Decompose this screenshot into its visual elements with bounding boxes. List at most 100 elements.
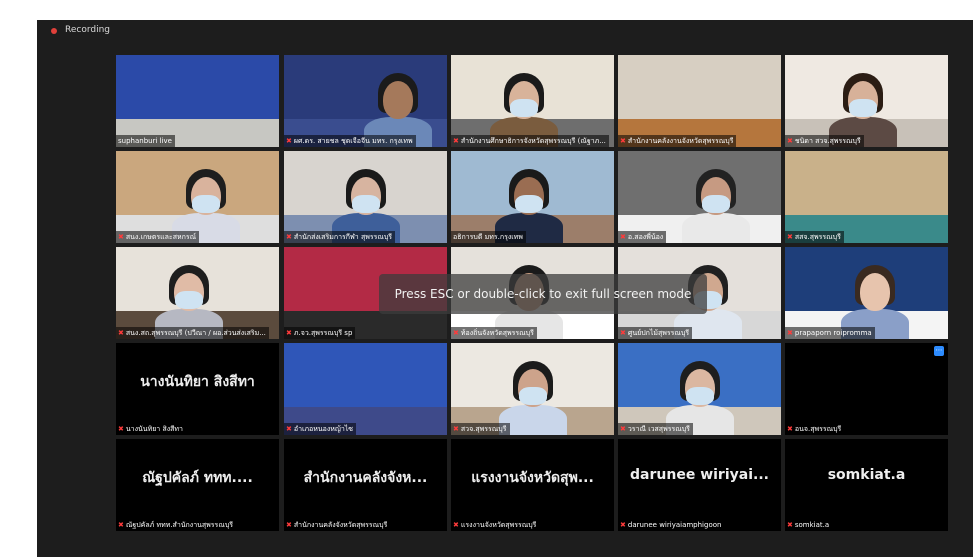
- participant-name-bar: ✖ สนง.สถ.สุพรรณบุรี (ปวีณา / ผอ.ส่วนส่งเส…: [116, 327, 269, 339]
- participant-name-bar: ✖ วราณี เวสสุพรรณบุรี: [618, 423, 693, 435]
- participant-name-bar: ✖ อำเภอหนองหญ้าไซ: [284, 423, 357, 435]
- participant-name-bar: ✖ สำนักงานคลังจังหวัดสุพรรณบุรี: [284, 519, 391, 531]
- mic-off-icon: ✖: [118, 521, 124, 529]
- participant-tile[interactable]: อธิการบดี มทร.กรุงเทพ: [451, 151, 614, 243]
- participant-tile[interactable]: ณัฐปคัลภ์ ททท.... ✖ ณัฐปคัลภ์ ททท.สำนักงาน…: [116, 439, 279, 531]
- mic-off-icon: ✖: [453, 521, 459, 529]
- participant-tile[interactable]: darunee wiriyai... ✖ darunee wiriyaiamphig…: [618, 439, 781, 531]
- participant-name-bar: ✖ ภ.จว.สุพรรณบุรี sp: [284, 327, 356, 339]
- mic-off-icon: ✖: [787, 521, 793, 529]
- face-mask: [849, 99, 877, 117]
- participant-name: สำนักงานคลังงานจังหวัดสุพรรณบุรี: [627, 137, 734, 145]
- face-mask: [519, 387, 547, 405]
- participant-name-bar: ✖ นางนันทิยา สิงสีทา: [116, 423, 186, 435]
- participant-video: [116, 247, 279, 339]
- participant-name-bar: ✖ แรงงานจังหวัดสุพรรณบุรี: [451, 519, 540, 531]
- participant-name-bar: อธิการบดี มทร.กรุงเทพ: [451, 231, 526, 243]
- participant-name-bar: ✖ สำนักงานศึกษาธิการจังหวัดสุพรรณบุรี (ณั…: [451, 135, 609, 147]
- participant-tile[interactable]: ✖ สสจ.สุพรรณบุรี: [785, 151, 948, 243]
- participant-display-name: สำนักงานคลังจังห...: [303, 470, 428, 486]
- participant-video: [451, 343, 614, 435]
- participant-name-bar: ✖ somkiat.a: [785, 519, 833, 531]
- participant-tile[interactable]: ✖ ผศ.ดร. สายชล ชุดเจือจีน มทร. กรุงเทพ: [284, 55, 447, 147]
- mic-off-icon: ✖: [620, 425, 626, 433]
- participant-name: darunee wiriyaiamphigoon: [627, 521, 722, 529]
- participant-tile[interactable]: ✖ สนง.สถ.สุพรรณบุรี (ปวีณา / ผอ.ส่วนส่งเส…: [116, 247, 279, 339]
- participant-video: [785, 55, 948, 147]
- participant-name: ชนิดา สวจ.สุพรรณบุรี: [794, 137, 861, 145]
- participant-tile[interactable]: suphanburi live: [116, 55, 279, 147]
- participant-video: [618, 55, 781, 147]
- participant-name-bar: ✖ ผศ.ดร. สายชล ชุดเจือจีน มทร. กรุงเทพ: [284, 135, 416, 147]
- participant-video: [618, 343, 781, 435]
- mic-off-icon: ✖: [118, 329, 124, 337]
- participant-video: [284, 343, 447, 435]
- zoom-window: Recording suphanburi live ✖ ผศ.ดร. สายชล ช…: [37, 20, 973, 557]
- participant-tile[interactable]: ✖ อ.สองพี่น้อง: [618, 151, 781, 243]
- face-mask: [175, 291, 203, 309]
- mic-off-icon: ✖: [787, 233, 793, 241]
- person-face: [383, 81, 413, 119]
- participant-name: แรงงานจังหวัดสุพรรณบุรี: [460, 521, 537, 529]
- mic-off-icon: ✖: [453, 329, 459, 337]
- participant-video: [785, 247, 948, 339]
- participant-name: อนจ.สุพรรณบุรี: [794, 425, 842, 433]
- mic-off-icon: ✖: [620, 329, 626, 337]
- participant-name-bar: ✖ darunee wiriyaiamphigoon: [618, 519, 725, 531]
- participant-name: ท้องถิ่นจังหวัดสุพรรณบุรี: [460, 329, 534, 337]
- mic-off-icon: ✖: [453, 137, 459, 145]
- mic-off-icon: ✖: [286, 137, 292, 145]
- participant-tile[interactable]: ✖ สำนักงานศึกษาธิการจังหวัดสุพรรณบุรี (ณั…: [451, 55, 614, 147]
- participant-tile[interactable]: ⋯ ✖ อนจ.สุพรรณบุรี: [785, 343, 948, 435]
- participant-tile[interactable]: ✖ ชนิดา สวจ.สุพรรณบุรี: [785, 55, 948, 147]
- mic-off-icon: ✖: [118, 425, 124, 433]
- participant-name-bar: suphanburi live: [116, 135, 175, 147]
- participant-name-bar: ✖ อ.สองพี่น้อง: [618, 231, 667, 243]
- mic-off-icon: ✖: [286, 329, 292, 337]
- participant-video: [785, 151, 948, 243]
- participant-name: นางนันทิยา สิงสีทา: [125, 425, 183, 433]
- participant-display-name: แรงงานจังหวัดสุพ...: [471, 470, 594, 486]
- participant-name: อำเภอหนองหญ้าไซ: [293, 425, 354, 433]
- participant-video: [785, 343, 948, 435]
- participant-video: [284, 151, 447, 243]
- participant-tile[interactable]: ✖ สนง.เกษตรและสหกรณ์: [116, 151, 279, 243]
- participant-tile[interactable]: ✖ สำนักส่งเสริมการกีฬา สุพรรณบุรี: [284, 151, 447, 243]
- participant-display-name: นางนันทิยา สิงสีทา: [140, 374, 255, 390]
- participant-name-bar: ✖ ท้องถิ่นจังหวัดสุพรรณบุรี: [451, 327, 537, 339]
- participant-video: [284, 55, 447, 147]
- participant-name-bar: ✖ สสจ.สุพรรณบุรี: [785, 231, 844, 243]
- participant-video: [116, 55, 279, 147]
- participant-tile[interactable]: ✖ prapaporn roipromma: [785, 247, 948, 339]
- face-mask: [515, 195, 543, 213]
- mic-off-icon: ✖: [620, 137, 626, 145]
- person-body: [682, 213, 750, 243]
- participant-tile[interactable]: somkiat.a ✖ somkiat.a: [785, 439, 948, 531]
- participant-name: somkiat.a: [794, 521, 830, 529]
- participant-tile[interactable]: ✖ สวจ.สุพรรณบุรี: [451, 343, 614, 435]
- face-mask: [192, 195, 220, 213]
- participant-tile[interactable]: นางนันทิยา สิงสีทา ✖ นางนันทิยา สิงสีทา: [116, 343, 279, 435]
- participant-tile[interactable]: แรงงานจังหวัดสุพ... ✖ แรงงานจังหวัดสุพรรณบ…: [451, 439, 614, 531]
- mic-off-icon: ✖: [787, 137, 793, 145]
- mic-off-icon: ✖: [787, 329, 793, 337]
- participant-video: [451, 151, 614, 243]
- participant-tile[interactable]: สำนักงานคลังจังห... ✖ สำนักงานคลังจังหวัดส…: [284, 439, 447, 531]
- participant-tile[interactable]: ✖ อำเภอหนองหญ้าไซ: [284, 343, 447, 435]
- participant-video: [116, 151, 279, 243]
- mic-off-icon: ✖: [620, 233, 626, 241]
- participant-tile[interactable]: ✖ วราณี เวสสุพรรณบุรี: [618, 343, 781, 435]
- participant-name: อธิการบดี มทร.กรุงเทพ: [453, 233, 523, 241]
- participant-name: สนง.เกษตรและสหกรณ์: [125, 233, 197, 241]
- participant-name-bar: ✖ สำนักงานคลังงานจังหวัดสุพรรณบุรี: [618, 135, 737, 147]
- participant-name-bar: ✖ สำนักส่งเสริมการกีฬา สุพรรณบุรี: [284, 231, 396, 243]
- participant-display-name: somkiat.a: [827, 467, 906, 483]
- more-options-icon[interactable]: ⋯: [934, 346, 944, 356]
- participant-name: prapaporn roipromma: [794, 329, 872, 337]
- participant-name-bar: ✖ ชนิดา สวจ.สุพรรณบุรี: [785, 135, 864, 147]
- participant-name: ศูนย์ปกไม้สุพรรณบุรี: [627, 329, 690, 337]
- participant-name: สำนักงานศึกษาธิการจังหวัดสุพรรณบุรี (ณัฐ…: [460, 137, 606, 145]
- participant-name-bar: ✖ อนจ.สุพรรณบุรี: [785, 423, 845, 435]
- fullscreen-exit-hint: Press ESC or double-click to exit full s…: [379, 274, 707, 314]
- participant-tile[interactable]: ✖ สำนักงานคลังงานจังหวัดสุพรรณบุรี: [618, 55, 781, 147]
